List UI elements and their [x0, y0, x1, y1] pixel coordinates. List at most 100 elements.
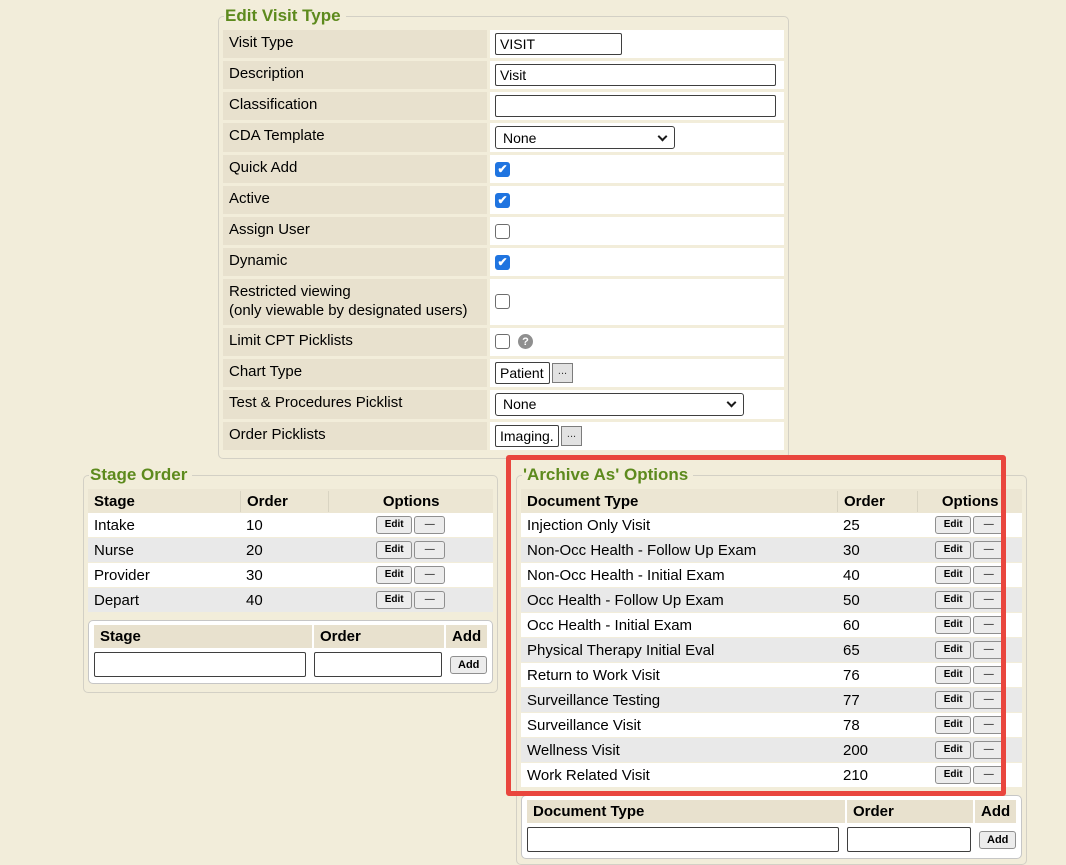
edit-button[interactable]: Edit — [935, 641, 971, 659]
options-cell: Edit — — [917, 564, 1022, 586]
chart-type-label: Chart Type — [223, 359, 487, 387]
archive-table-row: Occ Health - Initial Exam 60 Edit — — [521, 613, 1022, 638]
options-column-header: Options — [917, 491, 1022, 512]
form-row-test-procedures: Test & Procedures Picklist None — [223, 390, 784, 419]
edit-button[interactable]: Edit — [935, 691, 971, 709]
edit-button[interactable]: Edit — [935, 716, 971, 734]
stage-column-header: Stage — [88, 491, 240, 512]
description-value-cell — [490, 61, 784, 89]
chart-type-input[interactable] — [495, 362, 550, 384]
remove-button[interactable]: — — [973, 641, 1004, 659]
cda-template-select[interactable]: None — [495, 126, 675, 149]
remove-button[interactable]: — — [973, 591, 1004, 609]
restricted-viewing-checkbox[interactable]: ✔ — [495, 294, 510, 309]
visit-type-input[interactable] — [495, 33, 622, 55]
edit-button[interactable]: Edit — [935, 541, 971, 559]
remove-button[interactable]: — — [973, 616, 1004, 634]
order-picklists-input[interactable] — [495, 425, 559, 447]
edit-button[interactable]: Edit — [376, 566, 412, 584]
archive-table-row: Work Related Visit 210 Edit — — [521, 763, 1022, 788]
classification-value-cell — [490, 92, 784, 120]
cda-template-value-cell: None — [490, 123, 784, 152]
remove-button[interactable]: — — [973, 666, 1004, 684]
test-procedures-select[interactable]: None — [495, 393, 744, 416]
stage-cell: Intake — [88, 515, 240, 536]
new-document-order-input[interactable] — [847, 827, 971, 852]
remove-button[interactable]: — — [973, 741, 1004, 759]
dynamic-label: Dynamic — [223, 248, 487, 276]
archive-table-row: Wellness Visit 200 Edit — — [521, 738, 1022, 763]
restricted-viewing-value-cell: ✔ — [490, 279, 784, 325]
document-type-column-header: Document Type — [521, 491, 837, 512]
remove-button[interactable]: — — [973, 516, 1004, 534]
archive-table-body: Injection Only Visit 25 Edit — Non-Occ H… — [521, 513, 1022, 788]
remove-button[interactable]: — — [414, 566, 445, 584]
check-icon: ✔ — [497, 163, 507, 175]
description-label: Description — [223, 61, 487, 89]
add-document-button[interactable]: Add — [979, 831, 1016, 849]
remove-button[interactable]: — — [973, 716, 1004, 734]
assign-user-checkbox[interactable]: ✔ — [495, 224, 510, 239]
form-row-quick-add: Quick Add ✔ — [223, 155, 784, 183]
add-stage-button[interactable]: Add — [450, 656, 487, 674]
stage-order-section: Stage Order Stage Order Options Intake 1… — [83, 465, 498, 693]
archive-table-row: Return to Work Visit 76 Edit — — [521, 663, 1022, 688]
edit-button[interactable]: Edit — [935, 766, 971, 784]
document-type-cell: Surveillance Visit — [521, 715, 837, 736]
order-cell: 77 — [837, 690, 917, 711]
archive-table-row: Non-Occ Health - Follow Up Exam 30 Edit … — [521, 538, 1022, 563]
chevron-down-icon — [658, 131, 668, 141]
stage-cell: Depart — [88, 590, 240, 611]
order-picklists-picker-button[interactable]: ... — [561, 426, 582, 446]
form-row-classification: Classification — [223, 92, 784, 120]
quick-add-checkbox[interactable]: ✔ — [495, 162, 510, 177]
remove-button[interactable]: — — [973, 766, 1004, 784]
stage-table-row: Intake 10 Edit — — [88, 513, 493, 538]
chart-type-value-cell: ... — [490, 359, 784, 387]
remove-button[interactable]: — — [973, 566, 1004, 584]
new-stage-input[interactable] — [94, 652, 306, 677]
description-input[interactable] — [495, 64, 776, 86]
edit-button[interactable]: Edit — [935, 566, 971, 584]
stage-add-header: Stage Order Add — [94, 625, 487, 648]
remove-button[interactable]: — — [973, 691, 1004, 709]
remove-button[interactable]: — — [414, 591, 445, 609]
edit-button[interactable]: Edit — [376, 541, 412, 559]
remove-button[interactable]: — — [414, 516, 445, 534]
options-cell: Edit — — [917, 514, 1022, 536]
test-procedures-selected-value: None — [503, 396, 536, 412]
classification-input[interactable] — [495, 95, 776, 117]
remove-button[interactable]: — — [973, 541, 1004, 559]
form-row-chart-type: Chart Type ... — [223, 359, 784, 387]
assign-user-value-cell: ✔ — [490, 217, 784, 245]
order-column-header: Order — [837, 491, 917, 512]
document-type-cell: Non-Occ Health - Follow Up Exam — [521, 540, 837, 561]
order-column-header: Order — [240, 491, 328, 512]
cda-template-label: CDA Template — [223, 123, 487, 152]
new-stage-order-input[interactable] — [314, 652, 442, 677]
remove-button[interactable]: — — [414, 541, 445, 559]
edit-button[interactable]: Edit — [376, 591, 412, 609]
options-cell: Edit — — [328, 564, 493, 586]
order-cell: 40 — [240, 590, 328, 611]
edit-button[interactable]: Edit — [935, 516, 971, 534]
test-procedures-label: Test & Procedures Picklist — [223, 390, 487, 419]
active-checkbox[interactable]: ✔ — [495, 193, 510, 208]
new-document-type-input[interactable] — [527, 827, 839, 852]
document-type-cell: Physical Therapy Initial Eval — [521, 640, 837, 661]
edit-visit-type-section: Edit Visit Type Visit Type Description C… — [218, 6, 789, 459]
dynamic-checkbox[interactable]: ✔ — [495, 255, 510, 270]
edit-button[interactable]: Edit — [935, 666, 971, 684]
restricted-viewing-label-line1: Restricted viewing — [229, 283, 481, 302]
help-icon[interactable]: ? — [518, 334, 533, 349]
edit-button[interactable]: Edit — [935, 741, 971, 759]
edit-button[interactable]: Edit — [935, 616, 971, 634]
cda-template-selected-value: None — [503, 130, 536, 146]
stage-add-box: Stage Order Add Add — [88, 620, 493, 684]
limit-cpt-checkbox[interactable]: ✔ — [495, 334, 510, 349]
edit-button[interactable]: Edit — [935, 591, 971, 609]
archive-add-header: Document Type Order Add — [527, 800, 1016, 823]
chart-type-picker-button[interactable]: ... — [552, 363, 573, 383]
edit-button[interactable]: Edit — [376, 516, 412, 534]
add-column: Add — [975, 800, 1016, 823]
